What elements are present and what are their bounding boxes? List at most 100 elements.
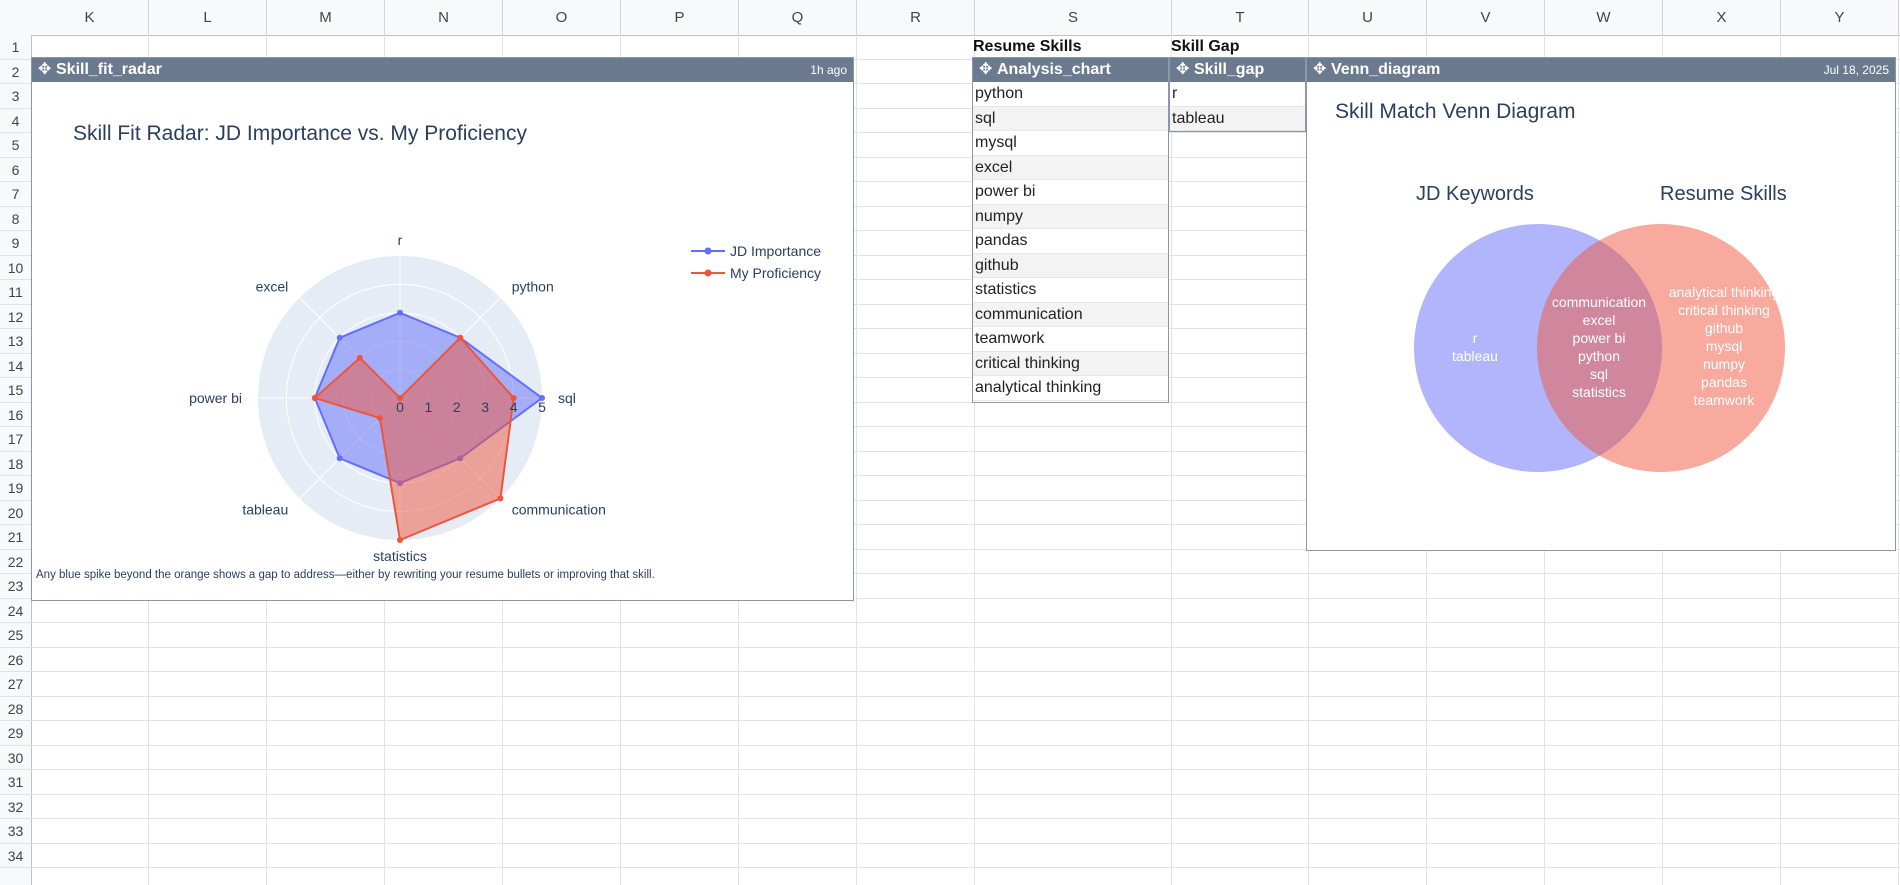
row-header-29[interactable]: 29 — [0, 721, 31, 746]
move-icon[interactable]: ✥ — [1176, 58, 1190, 82]
skill-gap-panel[interactable]: ✥ Skill_gap r tableau — [1169, 57, 1306, 132]
resume-skills-header-cell[interactable]: Resume Skills — [973, 35, 1082, 59]
row-header-4[interactable]: 4 — [0, 109, 31, 133]
gap-list-item[interactable]: r — [1170, 82, 1305, 107]
analysis-list-item[interactable]: statistics — [973, 278, 1168, 303]
row-header-31[interactable]: 31 — [0, 770, 31, 795]
row-header-2[interactable]: 2 — [0, 60, 31, 84]
column-header-k[interactable]: K — [31, 0, 149, 35]
radial-tick-label: 1 — [425, 399, 433, 415]
row-header-20[interactable]: 20 — [0, 501, 31, 525]
move-icon[interactable]: ✥ — [38, 58, 52, 82]
radar-footnote: Any blue spike beyond the orange shows a… — [36, 569, 655, 581]
analysis-list-item[interactable]: sql — [973, 106, 1168, 131]
analysis-list-item[interactable]: numpy — [973, 204, 1168, 229]
column-header-w[interactable]: W — [1545, 0, 1663, 35]
row-header-16[interactable]: 16 — [0, 403, 31, 427]
row-header-17[interactable]: 17 — [0, 427, 31, 452]
row-header-21[interactable]: 21 — [0, 525, 31, 550]
column-header-q[interactable]: Q — [739, 0, 857, 35]
venn-intersection-item: power bi — [1573, 330, 1626, 346]
row-header-11[interactable]: 11 — [0, 280, 31, 305]
analysis-list-item[interactable]: pandas — [973, 229, 1168, 254]
row-header-24[interactable]: 24 — [0, 599, 31, 623]
row-header-6[interactable]: 6 — [0, 158, 31, 182]
radar-point — [397, 309, 403, 316]
column-header-p[interactable]: P — [621, 0, 739, 35]
column-header-m[interactable]: M — [267, 0, 385, 35]
analysis-panel-header[interactable]: ✥ Analysis_chart — [973, 58, 1168, 82]
row-header-28[interactable]: 28 — [0, 697, 31, 721]
row-header-19[interactable]: 19 — [0, 476, 31, 501]
row-header-14[interactable]: 14 — [0, 354, 31, 378]
radial-tick-label: 4 — [510, 399, 518, 415]
analysis-list-item[interactable]: github — [973, 253, 1168, 278]
column-header-v[interactable]: V — [1427, 0, 1545, 35]
row-header-5[interactable]: 5 — [0, 133, 31, 158]
gap-panel-header[interactable]: ✥ Skill_gap — [1170, 58, 1305, 82]
column-header-r[interactable]: R — [857, 0, 975, 35]
analysis-list-item[interactable]: analytical thinking — [973, 376, 1168, 401]
venn-resume-only-item: numpy — [1703, 356, 1745, 372]
row-header-15[interactable]: 15 — [0, 378, 31, 403]
grid-hline — [31, 695, 1900, 697]
row-header-33[interactable]: 33 — [0, 819, 31, 844]
radar-chart-title: Skill Fit Radar: JD Importance vs. My Pr… — [73, 122, 527, 145]
grid-hline — [31, 720, 1900, 721]
analysis-list-item[interactable]: communication — [973, 302, 1168, 327]
move-icon[interactable]: ✥ — [979, 58, 993, 82]
analysis-chart-panel[interactable]: ✥ Analysis_chart python sql mysql excel power… — [972, 57, 1169, 403]
column-header-s[interactable]: S — [975, 0, 1172, 35]
column-header-u[interactable]: U — [1309, 0, 1427, 35]
angular-axis-label: r — [398, 232, 403, 248]
row-header-7[interactable]: 7 — [0, 182, 31, 207]
row-header-18[interactable]: 18 — [0, 452, 31, 476]
analysis-list-item[interactable]: power bi — [973, 180, 1168, 205]
venn-set-label: JD Keywords — [1416, 183, 1534, 205]
analysis-list-item[interactable]: teamwork — [973, 327, 1168, 352]
radar-panel-timestamp: 1h ago — [810, 63, 847, 77]
venn-panel-header[interactable]: ✥ Venn_diagram Jul 18, 2025 — [1307, 58, 1895, 82]
grid-vline — [1171, 35, 1172, 885]
analysis-list-item[interactable]: critical thinking — [973, 351, 1168, 376]
radar-panel-header[interactable]: ✥ Skill_fit_radar 1h ago — [32, 58, 853, 82]
move-icon[interactable]: ✥ — [1313, 58, 1327, 82]
row-header-3[interactable]: 3 — [0, 84, 31, 109]
column-header-n[interactable]: N — [385, 0, 503, 35]
row-header-32[interactable]: 32 — [0, 795, 31, 819]
row-header-22[interactable]: 22 — [0, 550, 31, 574]
row-header-30[interactable]: 30 — [0, 746, 31, 770]
row-header-34[interactable]: 34 — [0, 844, 31, 868]
venn-diagram-panel[interactable]: ✥ Venn_diagram Jul 18, 2025 Skill Match V… — [1306, 57, 1896, 551]
column-header-t[interactable]: T — [1172, 0, 1309, 35]
row-header-13[interactable]: 13 — [0, 329, 31, 354]
row-header-8[interactable]: 8 — [0, 207, 31, 231]
column-header-x[interactable]: X — [1663, 0, 1781, 35]
row-header-25[interactable]: 25 — [0, 623, 31, 648]
column-header-l[interactable]: L — [149, 0, 267, 35]
row-header-26[interactable]: 26 — [0, 648, 31, 672]
column-header-y[interactable]: Y — [1781, 0, 1899, 35]
radar-point — [397, 537, 403, 543]
analysis-list-item[interactable]: excel — [973, 155, 1168, 180]
row-header-1[interactable]: 1 — [0, 35, 31, 60]
legend-label: JD Importance — [730, 243, 821, 259]
row-header-27[interactable]: 27 — [0, 672, 31, 697]
grid-hline — [31, 622, 1900, 623]
row-header-12[interactable]: 12 — [0, 305, 31, 329]
row-header-23[interactable]: 23 — [0, 574, 31, 599]
grid-hline — [31, 867, 1900, 868]
gap-list-item[interactable]: tableau — [1170, 106, 1305, 131]
skill-fit-radar-panel[interactable]: ✥ Skill_fit_radar 1h ago Skill Fit Radar:… — [31, 57, 854, 601]
grid-vline — [856, 35, 857, 885]
angular-axis-label: statistics — [373, 548, 427, 564]
row-header-10[interactable]: 10 — [0, 256, 31, 280]
grid-hline — [31, 646, 1900, 648]
angular-axis-label: tableau — [242, 502, 288, 518]
venn-intersection-item: statistics — [1572, 384, 1626, 400]
column-header-o[interactable]: O — [503, 0, 621, 35]
analysis-list-item[interactable]: python — [973, 82, 1168, 107]
row-header-9[interactable]: 9 — [0, 231, 31, 256]
skill-gap-header-cell[interactable]: Skill Gap — [1171, 35, 1239, 59]
analysis-list-item[interactable]: mysql — [973, 131, 1168, 156]
